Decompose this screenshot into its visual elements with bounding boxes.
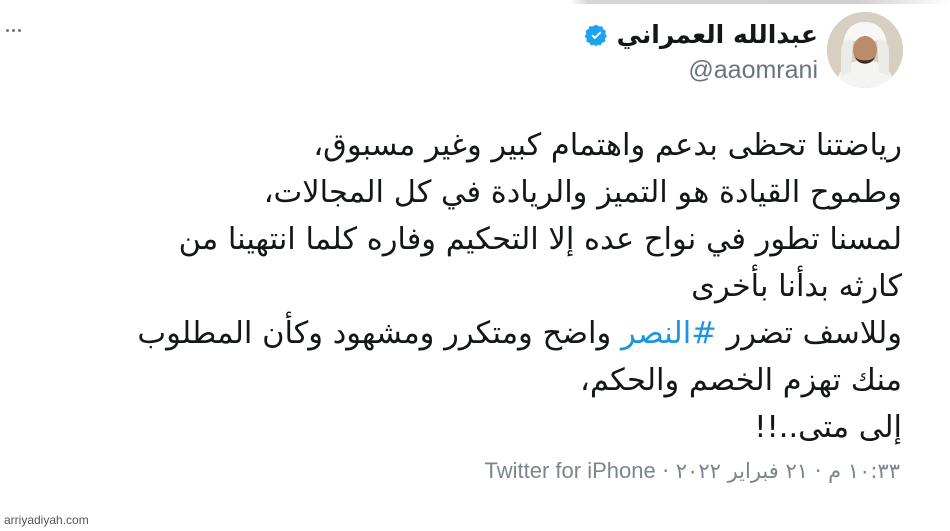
tweet-line: رياضتنا تحظى بدعم واهتمام كبير وغير مسبو… (313, 128, 902, 163)
tweet-source-link[interactable]: Twitter for iPhone (485, 458, 656, 483)
tweet-line: إلى متى..!! (754, 410, 902, 445)
meta-separator: · (814, 459, 822, 483)
tweet-line: لمسنا تطور في نواح عده إلا التحكيم وفاره… (178, 222, 902, 257)
tweet-text-segment: واضح ومتكرر ومشهود وكأن المطلوب (137, 316, 621, 351)
tweet-card: عبدالله العمراني @aaomrani رياضتنا تحظى … (0, 0, 950, 531)
author-display-name[interactable]: عبدالله العمراني (617, 20, 818, 50)
author-name-row: عبدالله العمراني (584, 20, 818, 50)
meta-separator: · (662, 459, 670, 483)
verified-badge-icon (584, 23, 609, 48)
tweet-date[interactable]: ٢١ فبراير ٢٠٢٢ (676, 459, 808, 483)
tweet-metadata: ١٠:٣٣ م · ٢١ فبراير ٢٠٢٢ · Twitter for i… (485, 458, 900, 484)
avatar-photo (827, 12, 903, 88)
tweet-text-segment: وللاسف تضرر (716, 316, 902, 351)
tweet-line: منك تهزم الخصم والحكم، (580, 363, 902, 398)
site-watermark: arriyadiyah.com (4, 513, 89, 527)
avatar[interactable] (827, 12, 903, 88)
more-dots-icon[interactable] (6, 22, 26, 38)
tweet-line-with-hashtag: وللاسف تضرر #النصر واضح ومتكرر ومشهود وك… (22, 310, 902, 357)
author-handle[interactable]: @aaomrani (584, 56, 818, 85)
tweet-header: عبدالله العمراني @aaomrani (584, 20, 818, 85)
tweet-line: كارثه بدأنا بأخرى (691, 269, 902, 304)
tweet-line: وطموح القيادة هو التميز والريادة في كل ا… (263, 175, 902, 210)
tweet-body: رياضتنا تحظى بدعم واهتمام كبير وغير مسبو… (22, 122, 902, 451)
tweet-time[interactable]: ١٠:٣٣ م (828, 459, 900, 483)
hashtag-link[interactable]: #النصر (621, 316, 717, 351)
top-edge-strip (0, 0, 950, 4)
